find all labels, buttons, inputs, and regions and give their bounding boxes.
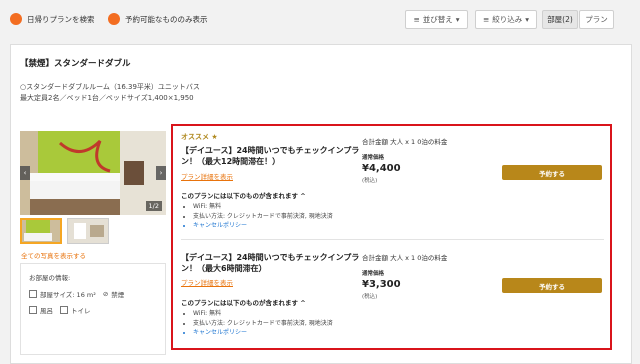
room-photo-gallery[interactable]: ‹ › 1/2 <box>20 131 166 215</box>
narrow-button[interactable]: ≡ 絞り込み ▾ <box>475 10 537 29</box>
cancel-policy-link[interactable]: キャンセルポリシー <box>193 328 333 338</box>
price-amount: ¥4,400 <box>362 163 401 174</box>
filter-bar: 日帰りプランを検索 予約可能なもののみ表示 ≡ 並び替え ▾ ≡ 絞り込み ▾ … <box>0 0 640 38</box>
tax-note: (税込) <box>362 294 378 300</box>
room-info-box: お部屋の情報: 部屋サイズ: 16 m² ⊘ 禁煙 風呂 トイレ <box>20 263 166 355</box>
reserve-button[interactable]: 予約する <box>502 165 602 180</box>
tab-room[interactable]: 部屋(2) <box>542 10 578 29</box>
regular-price-label: 通常価格 <box>362 155 385 161</box>
included-item: 支払い方法: クレジットカードで事前決済, 現地決済 <box>193 319 333 329</box>
room-desc-line-1: ○スタンダードダブルルーム（16.39平米）ユニットバス <box>20 83 200 91</box>
room-desc-line-2: 最大定員2名／ベッド1台／ベッドサイズ1,400×1,950 <box>20 94 194 102</box>
toggle-knob-icon <box>10 13 22 25</box>
bath-label: 風呂 <box>40 307 53 315</box>
gallery-prev-button[interactable]: ‹ <box>20 166 30 180</box>
gallery-counter: 1/2 <box>145 201 162 211</box>
day-trip-toggle-label: 日帰りプランを検索 <box>27 14 95 24</box>
included-item: WiFi: 無料 <box>193 202 333 212</box>
cancel-policy-link[interactable]: キャンセルポリシー <box>193 221 333 231</box>
toilet-label: トイレ <box>71 307 91 315</box>
no-smoking-label: 禁煙 <box>111 291 125 299</box>
sort-label: 並び替え <box>422 15 453 24</box>
plan-divider <box>181 239 604 240</box>
room-size-label: 部屋サイズ: 16 m² <box>40 291 96 299</box>
room-size-icon <box>29 290 37 298</box>
thumbnail-image <box>22 220 60 242</box>
room-description: ○スタンダードダブルルーム（16.39平米）ユニットバス 最大定員2名／ベッド1… <box>20 82 200 104</box>
toilet-icon <box>60 306 68 314</box>
room-size-info: 部屋サイズ: 16 m² ⊘ 禁煙 <box>29 289 124 299</box>
tab-plan-label: プラン <box>585 15 608 24</box>
room-amenities: 風呂 トイレ <box>29 305 91 315</box>
show-all-photos-link[interactable]: 全ての写真を表示する <box>21 250 86 260</box>
bath-icon <box>29 306 37 314</box>
included-item: 支払い方法: クレジットカードで事前決済, 現地決済 <box>193 212 333 222</box>
included-heading[interactable]: このプランには以下のものが含まれます ^ <box>181 297 306 307</box>
no-smoking-icon: ⊘ <box>102 290 109 298</box>
included-heading[interactable]: このプランには以下のものが含まれます ^ <box>181 190 306 200</box>
price-block: 合計金額 大人 x 1 0泊の料金 通常価格 ¥4,400 (税込) <box>362 136 447 184</box>
total-label: 合計金額 大人 x 1 0泊の料金 <box>362 138 448 146</box>
room-info-heading: お部屋の情報: <box>29 274 71 282</box>
thumbnail-image <box>68 219 108 243</box>
chevron-down-icon: ▾ <box>525 15 530 24</box>
tab-plan[interactable]: プラン <box>579 10 614 29</box>
gallery-next-button[interactable]: › <box>156 166 166 180</box>
included-list: WiFi: 無料 支払い方法: クレジットカードで事前決済, 現地決済 キャンセ… <box>187 309 333 338</box>
plan-card: オススメ ★ 【デイユース】24時間いつでもチェックインプラン！（最大12時間滞… <box>181 128 604 240</box>
tax-note: (税込) <box>362 178 378 184</box>
day-trip-toggle[interactable]: 日帰りプランを検索 <box>10 12 95 26</box>
total-label: 合計金額 大人 x 1 0泊の料金 <box>362 254 448 262</box>
tab-room-label: 部屋(2) <box>547 15 573 24</box>
narrow-label: 絞り込み <box>492 15 523 24</box>
filter-icon: ≡ <box>482 15 490 24</box>
plan-name: 【デイユース】24時間いつでもチェックインプラン！（最大6時間滞在） <box>181 253 360 273</box>
gallery-thumbnail[interactable] <box>20 218 62 244</box>
room-title: 【禁煙】スタンダードダブル <box>20 59 131 69</box>
available-only-toggle-label: 予約可能なもののみ表示 <box>125 14 208 24</box>
included-item: WiFi: 無料 <box>193 309 333 319</box>
plan-card: 【デイユース】24時間いつでもチェックインプラン！（最大6時間滞在） プラン詳細… <box>181 246 604 358</box>
room-photo <box>20 131 166 215</box>
price-block: 合計金額 大人 x 1 0泊の料金 通常価格 ¥3,300 (税込) <box>362 252 447 300</box>
regular-price-label: 通常価格 <box>362 271 385 277</box>
sort-button[interactable]: ≡ 並び替え ▾ <box>405 10 468 29</box>
gallery-thumbnail[interactable] <box>67 218 109 244</box>
reserve-button[interactable]: 予約する <box>502 278 602 293</box>
plan-name: 【デイユース】24時間いつでもチェックインプラン！（最大12時間滞在！） <box>181 146 360 166</box>
plans-highlight-frame: オススメ ★ 【デイユース】24時間いつでもチェックインプラン！（最大12時間滞… <box>171 124 612 350</box>
plan-detail-link[interactable]: プラン詳細を表示 <box>181 171 233 181</box>
included-list: WiFi: 無料 支払い方法: クレジットカードで事前決済, 現地決済 キャンセ… <box>187 202 333 231</box>
sort-icon: ≡ <box>413 15 420 24</box>
chevron-down-icon: ▾ <box>455 15 460 24</box>
available-only-toggle[interactable]: 予約可能なもののみ表示 <box>108 12 208 26</box>
recommended-badge: オススメ ★ <box>181 133 218 141</box>
price-amount: ¥3,300 <box>362 279 401 290</box>
plan-detail-link[interactable]: プラン詳細を表示 <box>181 277 233 287</box>
toggle-knob-icon <box>108 13 120 25</box>
